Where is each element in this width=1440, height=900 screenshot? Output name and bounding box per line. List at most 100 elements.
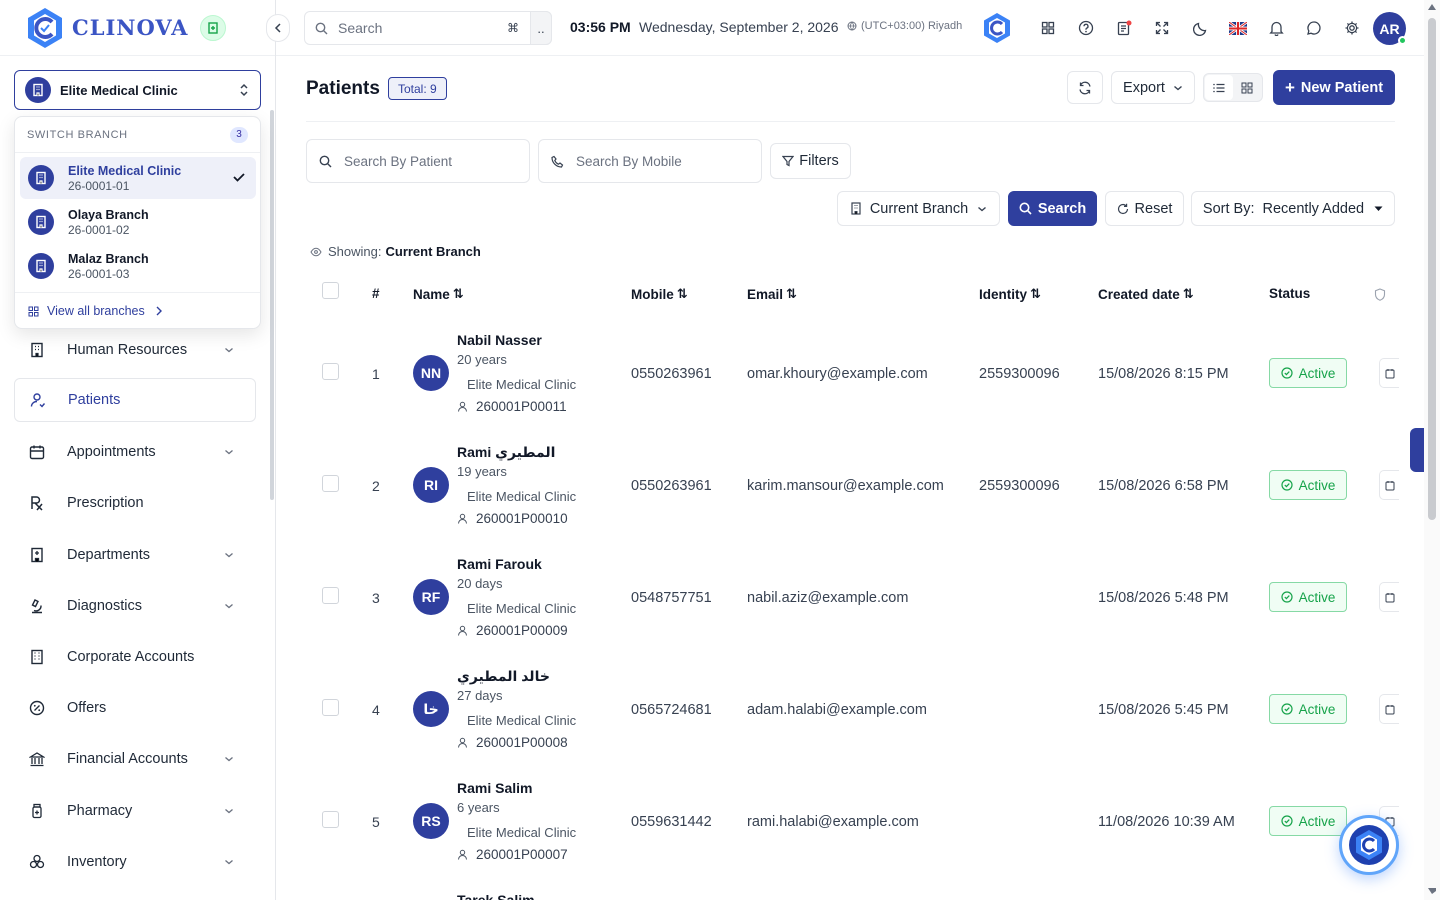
side-drawer-tab[interactable]	[1410, 428, 1424, 472]
list-view-icon[interactable]	[1205, 75, 1233, 100]
global-search[interactable]: Search ⌘ ..	[304, 11, 552, 45]
table-row[interactable]: 5 RS Rami Salim 6 years Elite Medical Cl…	[306, 766, 1399, 878]
check-circle-icon	[1281, 703, 1293, 715]
row-checkbox[interactable]	[322, 587, 339, 604]
sidebar-item-offers[interactable]: Offers	[14, 686, 256, 730]
status-badge: Active	[1269, 694, 1347, 724]
notes-alert-icon[interactable]	[1114, 18, 1134, 38]
branch-option[interactable]: Elite Medical Clinic 26-0001-01	[20, 157, 256, 199]
col-header-name[interactable]: Name ⇅	[413, 286, 464, 302]
col-header-email[interactable]: Email ⇅	[747, 286, 797, 302]
patient-age: 20 days	[457, 576, 503, 591]
refresh-button[interactable]	[1067, 71, 1103, 104]
table-row[interactable]: 4 خا خالد المطيري 27 days Elite Medical …	[306, 654, 1399, 766]
sidebar-item-inventory[interactable]: Inventory	[14, 840, 256, 884]
sidebar-item-appointments[interactable]: Appointments	[14, 430, 256, 474]
patient-file-id: 260001P00008	[457, 735, 568, 750]
page-scrollbar-thumb[interactable]	[1428, 18, 1436, 520]
mobile-search-input[interactable]: Search By Mobile	[538, 139, 762, 183]
patient-name[interactable]: Nabil Nasser	[457, 332, 542, 348]
row-action-button[interactable]	[1379, 358, 1399, 388]
chevron-up-down-icon	[240, 83, 248, 97]
fullscreen-icon[interactable]	[1152, 18, 1172, 38]
search-button[interactable]: Search	[1008, 191, 1097, 226]
patient-name[interactable]: Rami Farouk	[457, 556, 542, 572]
patient-age: 6 years	[457, 800, 500, 815]
col-header-name-label: Name	[413, 286, 450, 302]
page-scrollbar[interactable]	[1424, 0, 1440, 900]
col-header-mobile-label: Mobile	[631, 286, 674, 302]
row-checkbox[interactable]	[322, 475, 339, 492]
clinova-mark-icon[interactable]	[982, 12, 1012, 44]
patient-name[interactable]: Rami المطيري	[457, 444, 555, 461]
sidebar-item-departments[interactable]: Departments	[14, 533, 256, 577]
chevron-down-icon	[225, 348, 233, 353]
patient-search-input[interactable]: Search By Patient	[306, 139, 530, 183]
sidebar-item-diagnostics[interactable]: Diagnostics	[14, 584, 256, 628]
branch-scope-dropdown[interactable]: Current Branch	[837, 191, 1000, 226]
export-button[interactable]: Export	[1111, 71, 1195, 104]
filters-button[interactable]: Filters	[770, 143, 851, 179]
sidebar-collapse-button[interactable]	[266, 14, 290, 42]
view-all-branches-link[interactable]: View all branches	[15, 292, 260, 329]
search-more-button[interactable]: ..	[530, 11, 552, 45]
col-header-created[interactable]: Created date ⇅	[1098, 286, 1194, 302]
popover-header: SWITCH BRANCH 3	[15, 117, 260, 153]
table-row[interactable]: 3 RF Rami Farouk 20 days Elite Medical C…	[306, 542, 1399, 654]
clinova-logo-icon[interactable]	[22, 5, 68, 51]
patient-identity: 2559300096	[979, 478, 1060, 494]
chat-icon[interactable]	[1304, 18, 1324, 38]
assistant-launcher-button[interactable]	[1339, 815, 1399, 875]
row-action-button[interactable]	[1379, 582, 1399, 612]
scroll-up-arrow-icon[interactable]	[1428, 4, 1436, 10]
settings-gear-icon[interactable]	[1342, 18, 1362, 38]
export-label: Export	[1123, 79, 1165, 96]
patient-email: rami.halabi@example.com	[747, 814, 919, 830]
sort-arrows-icon: ⇅	[1030, 286, 1041, 301]
dark-mode-moon-icon[interactable]	[1190, 18, 1210, 38]
select-all-checkbox[interactable]	[322, 282, 339, 299]
online-status-dot	[1398, 36, 1407, 45]
col-header-identity[interactable]: Identity ⇅	[979, 286, 1041, 302]
new-patient-button[interactable]: + New Patient	[1273, 70, 1395, 105]
sidebar-scrollbar[interactable]	[270, 110, 274, 500]
table-row[interactable]: 1 NN Nabil Nasser 20 years Elite Medical…	[306, 318, 1399, 430]
grid-view-icon[interactable]	[1233, 75, 1261, 100]
clinic-badge-icon[interactable]	[200, 14, 227, 41]
table-row[interactable]: 2 RI Rami المطيري 19 years Elite Medical…	[306, 430, 1399, 542]
plus-icon: +	[1284, 77, 1295, 97]
status-badge: Active	[1269, 358, 1347, 388]
uk-flag-icon[interactable]	[1228, 18, 1248, 38]
partial-next-patient-name[interactable]: Tarek Salim	[457, 892, 535, 900]
status-label: Active	[1298, 813, 1336, 829]
row-action-button[interactable]	[1379, 470, 1399, 500]
sidebar-item-patients[interactable]: Patients	[14, 378, 256, 422]
sidebar-item-human-resources[interactable]: Human Resources	[14, 328, 256, 372]
chevron-down-icon	[225, 553, 233, 558]
branch-option[interactable]: Malaz Branch 26-0001-03	[20, 245, 256, 287]
help-icon[interactable]	[1076, 18, 1096, 38]
reset-button[interactable]: Reset	[1105, 191, 1184, 226]
row-checkbox[interactable]	[322, 811, 339, 828]
sidebar-item-financial-accounts[interactable]: Financial Accounts	[14, 737, 256, 781]
row-checkbox[interactable]	[322, 363, 339, 380]
scroll-down-arrow-icon[interactable]	[1428, 888, 1436, 894]
row-action-button[interactable]	[1379, 694, 1399, 724]
col-header-mobile[interactable]: Mobile ⇅	[631, 286, 688, 302]
user-icon	[458, 625, 467, 636]
branch-selector[interactable]: Elite Medical Clinic	[14, 70, 261, 110]
chevron-right-icon	[156, 306, 162, 316]
apps-grid-icon[interactable]	[1038, 18, 1058, 38]
sidebar-item-corporate-accounts[interactable]: Corporate Accounts	[14, 635, 256, 679]
patient-name[interactable]: خالد المطيري	[457, 668, 550, 685]
patient-name[interactable]: Rami Salim	[457, 780, 532, 796]
sidebar-item-prescription[interactable]: Prescription	[14, 481, 256, 525]
new-patient-label: New Patient	[1300, 79, 1384, 96]
notifications-bell-icon[interactable]	[1266, 18, 1286, 38]
sort-dropdown[interactable]: Sort By: Recently Added	[1191, 191, 1395, 226]
sidebar-item-pharmacy[interactable]: Pharmacy	[14, 789, 256, 833]
branch-option[interactable]: Olaya Branch 26-0001-02	[20, 201, 256, 243]
user-avatar[interactable]: AR	[1373, 12, 1407, 45]
row-checkbox[interactable]	[322, 699, 339, 716]
user-heart-icon	[29, 391, 47, 409]
